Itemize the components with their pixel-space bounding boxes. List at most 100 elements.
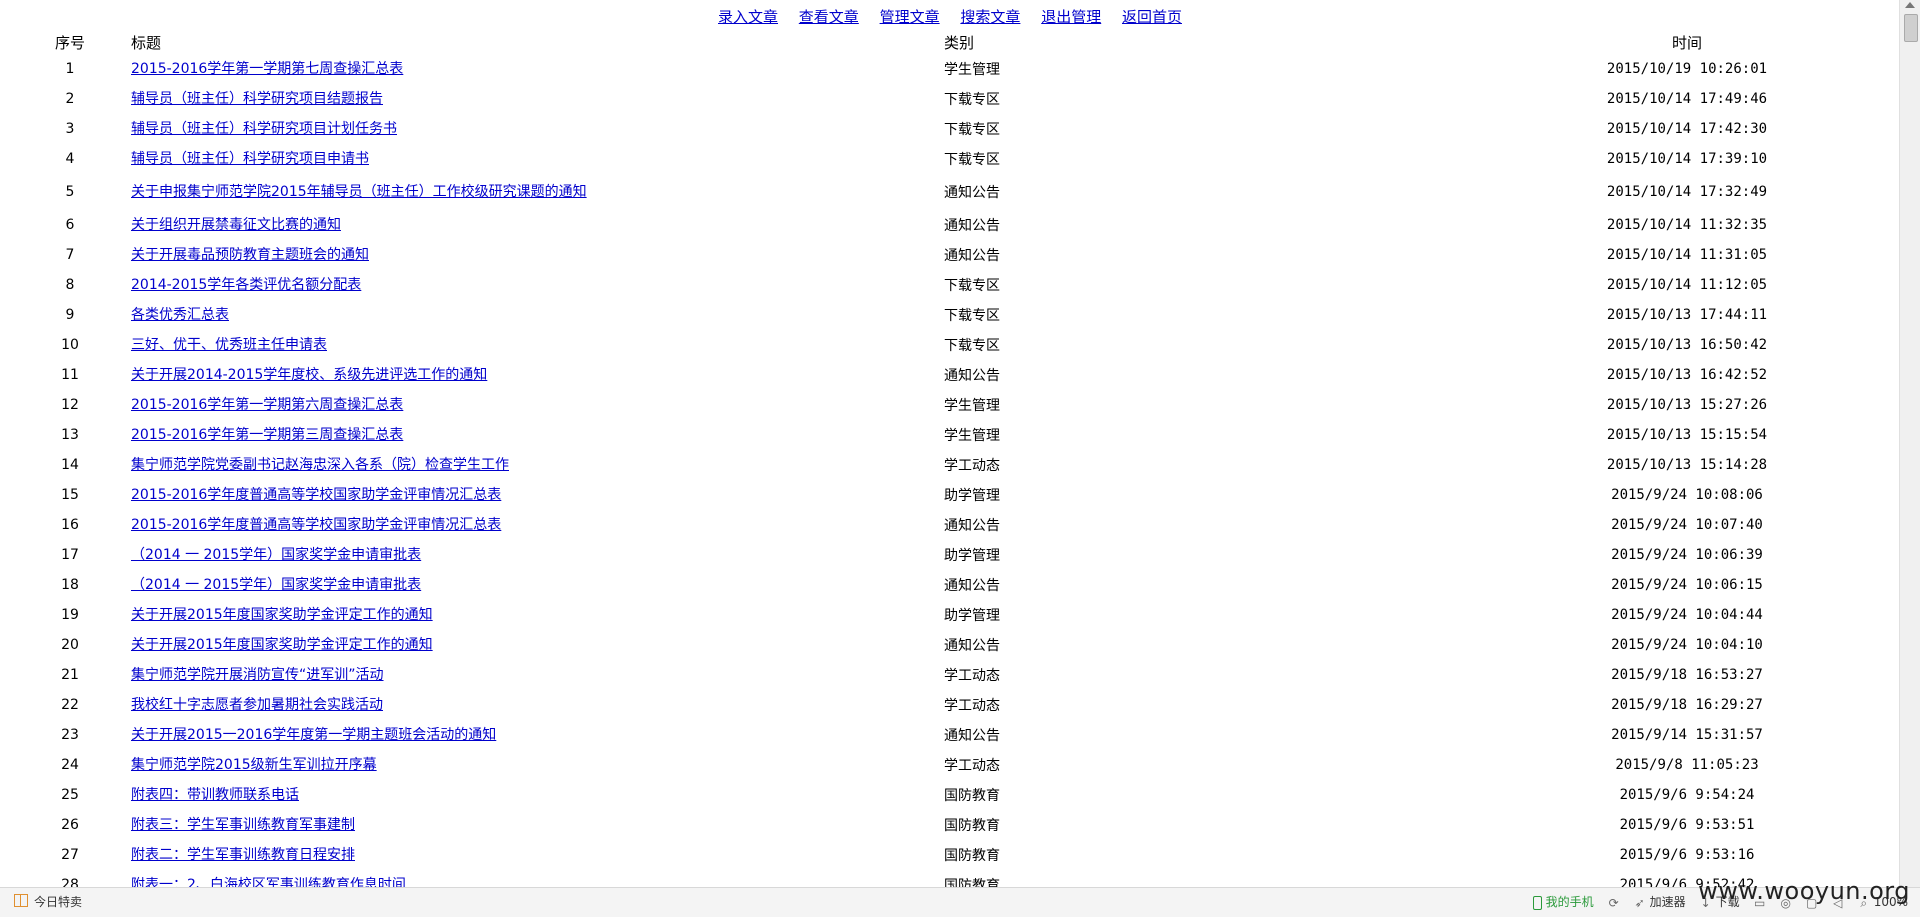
row-title-cell: 2015-2016学年第一学期第六周查操汇总表 [105,390,831,420]
row-category: 通知公告 [944,578,1000,594]
vertical-scrollbar[interactable] [1899,0,1920,888]
article-title-link[interactable]: 集宁师范学院党委副书记赵海忠深入各系（院）检查学生工作 [131,457,509,474]
article-title-link[interactable]: 关于开展2014-2015学年度校、系级先进评选工作的通知 [131,367,487,384]
nav-add-article-link[interactable]: 录入文章 [718,8,778,26]
row-category: 助学管理 [944,488,1000,504]
nav-home-link[interactable]: 返回首页 [1122,8,1182,26]
table-row: 20 关于开展2015年度国家奖助学金评定工作的通知 通知公告 2015/9/24 1… [35,630,1830,660]
row-number: 5 [65,184,75,200]
row-category: 国防教育 [944,878,1000,888]
article-title-link[interactable]: 附表二：学生军事训练教育日程安排 [131,847,355,864]
row-number: 15 [61,487,79,503]
daily-deals[interactable]: 今日特卖 [14,888,82,917]
row-number: 16 [61,517,79,533]
article-title-link[interactable]: （2014 一 2015学年）国家奖学金申请审批表 [131,577,421,594]
row-time: 2015/10/14 17:39:10 [1606,151,1768,167]
row-number: 4 [65,151,75,167]
article-title-link[interactable]: 关于申报集宁师范学院2015年辅导员（班主任）工作校级研究课题的通知 [131,184,587,201]
header-no: 序号 [54,33,85,52]
article-title-link[interactable]: 附表四：带训教师联系电话 [131,787,299,804]
row-number: 10 [61,337,79,353]
row-number: 26 [61,817,79,833]
row-category: 下载专区 [944,308,1000,324]
row-time: 2015/10/14 17:42:30 [1606,121,1768,137]
row-category: 国防教育 [944,818,1000,834]
row-number: 25 [61,787,79,803]
row-number: 9 [65,307,75,323]
row-category: 助学管理 [944,548,1000,564]
row-category: 通知公告 [944,218,1000,234]
row-title-cell: 2015-2016学年第一学期第三周查操汇总表 [105,420,831,450]
row-title-cell: 2015-2016学年第一学期第七周查操汇总表 [105,54,831,84]
row-category: 通知公告 [944,248,1000,264]
row-time: 2015/9/24 10:07:40 [1611,517,1763,533]
scroll-up-arrow-icon[interactable] [1905,2,1915,8]
row-number: 8 [65,277,75,293]
row-time: 2015/10/14 17:32:49 [1606,184,1768,200]
row-number: 6 [65,217,75,233]
row-time: 2015/9/24 10:06:15 [1611,577,1763,593]
article-title-link[interactable]: 辅导员（班主任）科学研究项目申请书 [131,151,369,168]
row-category: 下载专区 [944,152,1000,168]
row-number: 14 [61,457,79,473]
row-time: 2015/10/19 10:26:01 [1606,61,1768,77]
article-title-link[interactable]: 辅导员（班主任）科学研究项目结题报告 [131,91,383,108]
row-number: 20 [61,637,79,653]
article-title-link[interactable]: 辅导员（班主任）科学研究项目计划任务书 [131,121,397,138]
table-row: 27 附表二：学生军事训练教育日程安排 国防教育 2015/9/6 9:53:16 [35,840,1830,870]
refresh-button[interactable]: ⟳ [1608,897,1620,909]
article-title-link[interactable]: 2015-2016学年第一学期第六周查操汇总表 [131,397,403,414]
table-row: 28 附表一：2、白海校区军事训练教育作息时间 国防教育 2015/9/6 9:52:… [35,870,1830,889]
nav-manage-article-link[interactable]: 管理文章 [880,8,940,26]
row-title-cell: 关于开展2015一2016学年度第一学期主题班会活动的通知 [105,720,831,750]
row-category: 通知公告 [944,638,1000,654]
row-category: 学工动态 [944,458,1000,474]
article-title-link[interactable]: 附表三：学生军事训练教育军事建制 [131,817,355,834]
row-title-cell: 关于开展2015年度国家奖助学金评定工作的通知 [105,600,831,630]
article-title-link[interactable]: 关于开展2015年度国家奖助学金评定工作的通知 [131,637,433,654]
table-row: 8 2014-2015学年各类评优名额分配表 下载专区 2015/10/14 11:1… [35,270,1830,300]
article-title-link[interactable]: 三好、优干、优秀班主任申请表 [131,337,327,354]
article-title-link[interactable]: 集宁师范学院开展消防宣传“进军训”活动 [131,667,384,684]
nav-view-article-link[interactable]: 查看文章 [799,8,859,26]
nav-logout-link[interactable]: 退出管理 [1041,8,1101,26]
row-category: 学工动态 [944,758,1000,774]
row-time: 2015/10/14 17:49:46 [1606,91,1768,107]
row-title-cell: 附表二：学生军事训练教育日程安排 [105,840,831,870]
my-phone-button[interactable]: 我的手机 [1532,888,1594,917]
row-time: 2015/9/24 10:04:10 [1611,637,1763,653]
row-time: 2015/9/6 9:53:51 [1619,817,1755,833]
article-title-link[interactable]: 关于组织开展禁毒征文比赛的通知 [131,217,341,234]
accelerator-label: 加速器 [1649,895,1686,909]
table-row: 1 2015-2016学年第一学期第七周查操汇总表 学生管理 2015/10/19 1… [35,54,1830,84]
article-title-link[interactable]: 关于开展2015一2016学年度第一学期主题班会活动的通知 [131,727,496,744]
table-row: 9 各类优秀汇总表 下载专区 2015/10/13 17:44:11 [35,300,1830,330]
article-title-link[interactable]: 2015-2016学年第一学期第三周查操汇总表 [131,427,403,444]
row-number: 24 [61,757,79,773]
table-row: 5 关于申报集宁师范学院2015年辅导员（班主任）工作校级研究课题的通知 通知公告 2… [35,174,1830,210]
article-title-link[interactable]: 各类优秀汇总表 [131,307,229,324]
scroll-thumb[interactable] [1904,14,1918,42]
header-time: 时间 [1671,33,1702,52]
header-category: 类别 [944,33,975,52]
article-title-link[interactable]: 我校红十字志愿者参加暑期社会实践活动 [131,697,383,714]
article-title-link[interactable]: 2015-2016学年度普通高等学校国家助学金评审情况汇总表 [131,517,501,534]
accelerator-button[interactable]: ➶ 加速器 [1634,888,1686,917]
row-title-cell: 2015-2016学年度普通高等学校国家助学金评审情况汇总表 [105,480,831,510]
article-title-link[interactable]: （2014 一 2015学年）国家奖学金申请审批表 [131,547,421,564]
article-title-link[interactable]: 关于开展2015年度国家奖助学金评定工作的通知 [131,607,433,624]
row-number: 27 [61,847,79,863]
article-title-link[interactable]: 关于开展毒品预防教育主题班会的通知 [131,247,369,264]
row-title-cell: 我校红十字志愿者参加暑期社会实践活动 [105,690,831,720]
row-title-cell: 关于开展毒品预防教育主题班会的通知 [105,240,831,270]
article-title-link[interactable]: 集宁师范学院2015级新生军训拉开序幕 [131,757,377,774]
row-time: 2015/9/18 16:29:27 [1611,697,1763,713]
row-time: 2015/9/8 11:05:23 [1615,757,1759,773]
nav-search-article-link[interactable]: 搜索文章 [960,8,1020,26]
article-title-link[interactable]: 2015-2016学年第一学期第七周查操汇总表 [131,61,403,78]
article-title-link[interactable]: 2014-2015学年各类评优名额分配表 [131,277,361,294]
article-list: 序号 标题 类别 时间 1 2015-2016学年第一学期第七周查操汇总表 学生管理… [0,30,1900,889]
table-row: 21 集宁师范学院开展消防宣传“进军训”活动 学工动态 2015/9/18 16:53… [35,660,1830,690]
table-row: 24 集宁师范学院2015级新生军训拉开序幕 学工动态 2015/9/8 11:05:… [35,750,1830,780]
article-title-link[interactable]: 2015-2016学年度普通高等学校国家助学金评审情况汇总表 [131,487,501,504]
